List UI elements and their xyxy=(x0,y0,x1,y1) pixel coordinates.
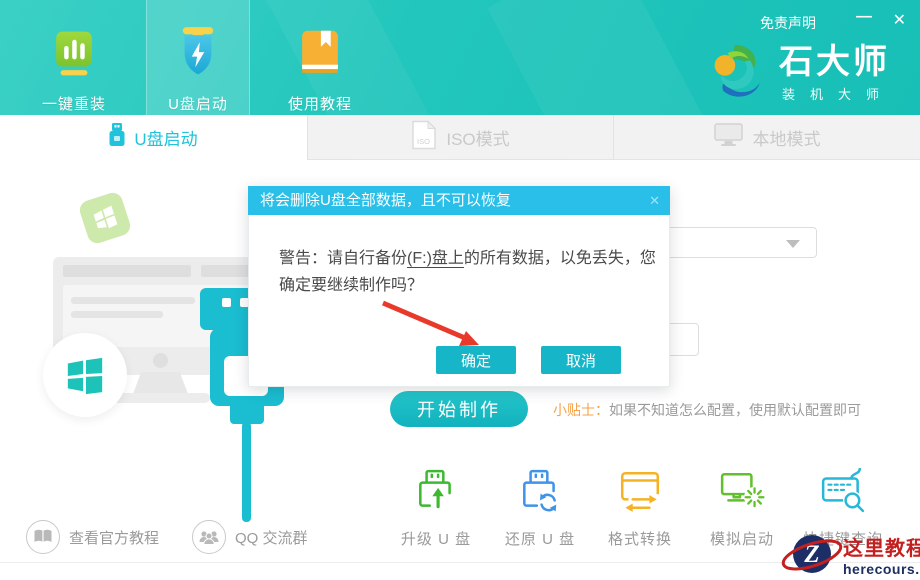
format-convert-icon xyxy=(617,501,663,518)
link-qq-group[interactable]: QQ 交流群 xyxy=(192,520,308,554)
tool-upgrade-usb[interactable]: 升级 U 盘 xyxy=(388,468,484,549)
usb-restore-icon xyxy=(517,501,563,518)
usb-illustration-connector xyxy=(230,404,264,424)
close-icon[interactable]: ✕ xyxy=(893,10,906,30)
dialog-close-icon[interactable]: ✕ xyxy=(649,186,660,215)
simulate-boot-icon xyxy=(719,501,765,518)
cancel-button[interactable]: 取消 xyxy=(541,346,621,374)
usb-upgrade-icon xyxy=(413,501,459,518)
nav-label: 一键重装 xyxy=(42,93,106,114)
watermark-title: 这里教程网 xyxy=(843,537,920,561)
delete-warning-dialog: 将会删除U盘全部数据，且不可以恢复 ✕ 警告：请自行备份(F:)盘上的所有数据，… xyxy=(248,186,670,387)
site-watermark: Z 这里教程网 herecours.com xyxy=(781,527,920,580)
open-book-icon xyxy=(26,520,60,554)
confirm-button[interactable]: 确定 xyxy=(436,346,516,374)
app-logo: 石大师 装机大师 xyxy=(709,40,894,105)
tool-restore-usb[interactable]: 还原 U 盘 xyxy=(492,468,588,549)
people-group-icon xyxy=(192,520,226,554)
drive-letter: (F:)盘上 xyxy=(407,250,464,268)
app-window: 一键重装 U盘启动 xyxy=(0,0,920,580)
dialog-titlebar: 将会删除U盘全部数据，且不可以恢复 ✕ xyxy=(248,186,670,215)
link-label: 查看官方教程 xyxy=(69,527,159,548)
tab-label: U盘启动 xyxy=(134,125,197,150)
monitor-base xyxy=(112,393,210,403)
nav-item-onekey-reinstall[interactable]: 一键重装 xyxy=(26,30,122,114)
chevron-down-icon xyxy=(786,240,800,248)
tab-label: 本地模式 xyxy=(753,125,821,150)
windows-logo-badge xyxy=(43,333,127,417)
tip-label: 小贴士： xyxy=(553,402,609,418)
watermark-domain: herecours.com xyxy=(843,561,920,577)
tool-format-convert[interactable]: 格式转换 xyxy=(592,468,688,549)
nav-label: U盘启动 xyxy=(168,93,228,114)
app-header: 一键重装 U盘启动 xyxy=(0,0,920,115)
usb-illustration-cable xyxy=(242,422,251,522)
nav-item-usb-boot[interactable]: U盘启动 xyxy=(150,30,246,114)
logo-swirl-icon xyxy=(709,40,769,105)
monitor-stand xyxy=(133,372,188,394)
start-making-button[interactable]: 开始制作 xyxy=(390,391,528,427)
bar-chart-icon xyxy=(49,27,99,86)
dialog-title: 将会删除U盘全部数据，且不可以恢复 xyxy=(260,192,511,209)
watermark-badge-icon: Z xyxy=(781,527,847,580)
tool-label: 模拟启动 xyxy=(694,528,790,549)
tool-simulate-boot[interactable]: 模拟启动 xyxy=(694,468,790,549)
shield-lightning-icon xyxy=(173,25,223,86)
tab-label: ISO模式 xyxy=(446,125,509,150)
nav-item-tutorial[interactable]: 使用教程 xyxy=(272,30,368,114)
usb-drive-icon xyxy=(109,123,125,152)
tool-label: 格式转换 xyxy=(592,528,688,549)
tab-usb-boot[interactable]: U盘启动 xyxy=(0,115,307,160)
tool-label: 升级 U 盘 xyxy=(388,528,484,549)
dialog-warning-text: 警告：请自行备份(F:)盘上的所有数据，以免丢失，您确定要继续制作吗？ xyxy=(279,245,661,299)
windows-tile-icon xyxy=(77,190,132,245)
mode-tabbar: U盘启动 ISO ISO模式 本地模式 xyxy=(0,115,920,160)
logo-title: 石大师 xyxy=(779,43,894,81)
link-label: QQ 交流群 xyxy=(235,527,308,548)
logo-subtitle: 装机大师 xyxy=(782,84,894,103)
tip-text: 小贴士：如果不知道怎么配置，使用默认配置即可 xyxy=(553,400,861,420)
book-icon xyxy=(295,27,345,86)
hotkey-query-icon xyxy=(820,501,866,518)
disclaimer-link[interactable]: 免责声明 xyxy=(760,13,816,33)
nav-label: 使用教程 xyxy=(288,93,352,114)
minimize-icon[interactable]: — xyxy=(856,8,872,26)
tool-label: 还原 U 盘 xyxy=(492,528,588,549)
link-official-tutorial[interactable]: 查看官方教程 xyxy=(26,520,159,554)
